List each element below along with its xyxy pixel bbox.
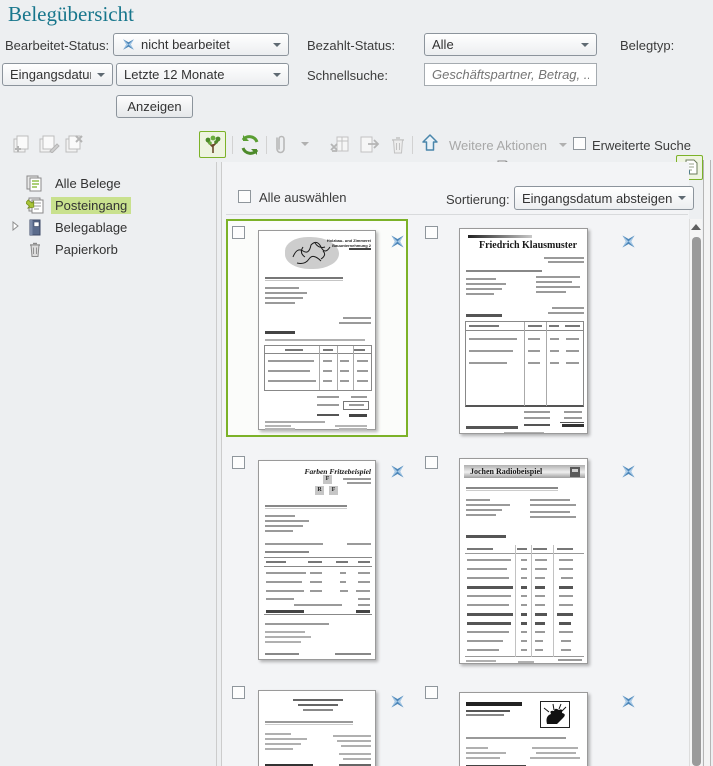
select-all-label: Alle auswählen [259, 190, 346, 205]
document-checkbox[interactable] [232, 686, 245, 699]
sidebar-item-label: Alle Belege [51, 175, 125, 192]
document-thumbnail-2[interactable]: Friedrich Klausmuster [459, 228, 588, 434]
document-checkbox[interactable] [232, 456, 245, 469]
scroll-up-icon[interactable] [691, 224, 701, 230]
date-field-value: Eingangsdatum [10, 67, 91, 82]
tree-icon [203, 135, 223, 155]
document-thumbnail-3[interactable]: Farben Fritzebeispiel F R F [258, 460, 376, 660]
chevron-down-icon [97, 73, 105, 77]
pin-icon[interactable] [620, 693, 637, 710]
invoice-table [465, 545, 584, 657]
pin-icon[interactable] [389, 233, 406, 250]
documents-stack-icon [26, 175, 44, 192]
bearbeitet-status-label: Bearbeitet-Status: [5, 38, 109, 53]
sidebar-item-label: Belegablage [51, 219, 131, 236]
company-logo [540, 701, 570, 728]
sort-select[interactable]: Eingangsdatum absteigend [514, 186, 694, 210]
document-thumbnail-1[interactable]: Holzbau- und Zimmerei Bauunternehmung 2 [258, 230, 376, 430]
chevron-down-icon [678, 196, 686, 200]
document-checkbox[interactable] [425, 686, 438, 699]
pin-icon[interactable] [389, 693, 406, 710]
date-field-select[interactable]: Eingangsdatum [2, 63, 113, 86]
beleguebersicht-window: Belegübersicht Bearbeitet-Status: nicht … [0, 0, 713, 766]
schnellsuche-input[interactable] [424, 63, 597, 86]
edit-document-icon[interactable] [38, 135, 60, 153]
document-thumbnail-6[interactable] [459, 692, 588, 766]
attachment-icon [272, 134, 288, 156]
sidebar-item-label: Posteingang [51, 197, 131, 214]
invoice-table [465, 321, 584, 407]
upload-icon[interactable] [421, 133, 439, 153]
page-title: Belegübersicht [8, 2, 134, 27]
anzeigen-button[interactable]: Anzeigen [116, 95, 193, 118]
document-thumbnail-4[interactable]: Jochen Radiobeispiel [459, 458, 588, 664]
bearbeitet-status-value: nicht bearbeitet [141, 37, 267, 52]
erweiterte-suche-checkbox[interactable] [573, 137, 586, 150]
sidebar-item-belegablage[interactable]: Belegablage [26, 217, 131, 237]
document-header: Friedrich Klausmuster [472, 240, 584, 251]
bezahlt-status-value: Alle [432, 37, 575, 52]
inbox-documents-icon [26, 197, 44, 214]
erweiterte-suche-label: Erweiterte Suche [592, 138, 691, 153]
document-checkbox[interactable] [232, 226, 245, 239]
scrollbar-thumb[interactable] [692, 237, 701, 766]
unassign-icon [330, 135, 350, 155]
document-checkbox[interactable] [425, 226, 438, 239]
sidebar-item-label: Papierkorb [51, 241, 122, 258]
chevron-down-icon [581, 43, 589, 47]
pin-icon[interactable] [620, 463, 637, 480]
invoice-table [264, 557, 372, 615]
document-thumbnail-5[interactable] [258, 690, 376, 766]
new-document-icon[interactable] [12, 135, 32, 153]
chevron-down-icon [273, 73, 281, 77]
select-all-checkbox[interactable] [238, 190, 251, 203]
sidebar-item-alle-belege[interactable]: Alle Belege [26, 173, 125, 193]
export-document-icon [359, 135, 381, 155]
document-header: Jochen Radiobeispiel [470, 467, 542, 476]
document-header: Holzbau- und Zimmerei Bauunternehmung 2 [313, 238, 371, 250]
sidebar-item-papierkorb[interactable]: Papierkorb [26, 239, 122, 259]
remove-document-icon[interactable] [64, 135, 84, 153]
window-splitter[interactable] [703, 160, 711, 766]
chevron-down-icon [273, 43, 281, 47]
bezahlt-status-label: Bezahlt-Status: [307, 38, 395, 53]
trash-icon [26, 241, 44, 258]
document-checkbox[interactable] [425, 456, 438, 469]
bearbeitet-status-select[interactable]: nicht bearbeitet [113, 33, 289, 56]
sidebar-splitter[interactable] [216, 162, 217, 766]
date-range-value: Letzte 12 Monate [124, 67, 267, 82]
tree-view-toggle[interactable] [199, 131, 226, 158]
delete-icon [390, 135, 406, 155]
binder-icon [26, 219, 44, 236]
belegtyp-label: Belegtyp: [620, 38, 674, 53]
schnellsuche-label: Schnellsuche: [307, 68, 388, 83]
sidebar-item-posteingang[interactable]: Posteingang [26, 195, 131, 215]
weitere-aktionen-chevron-icon [559, 143, 567, 147]
attachment-chevron-icon [301, 142, 309, 146]
bezahlt-status-select[interactable]: Alle [424, 33, 597, 56]
pin-icon[interactable] [620, 233, 637, 250]
sort-label: Sortierung: [446, 192, 510, 207]
refresh-icon[interactable] [239, 134, 261, 156]
pin-icon[interactable] [389, 463, 406, 480]
invoice-table [264, 345, 372, 391]
sort-value: Eingangsdatum absteigend [522, 191, 672, 206]
pin-icon [121, 37, 136, 52]
weitere-aktionen-button[interactable]: Weitere Aktionen [449, 138, 547, 153]
vertical-scrollbar[interactable] [689, 219, 702, 766]
date-range-select[interactable]: Letzte 12 Monate [116, 63, 289, 86]
header-banner: Jochen Radiobeispiel [464, 465, 585, 478]
expander-icon[interactable] [12, 221, 19, 231]
